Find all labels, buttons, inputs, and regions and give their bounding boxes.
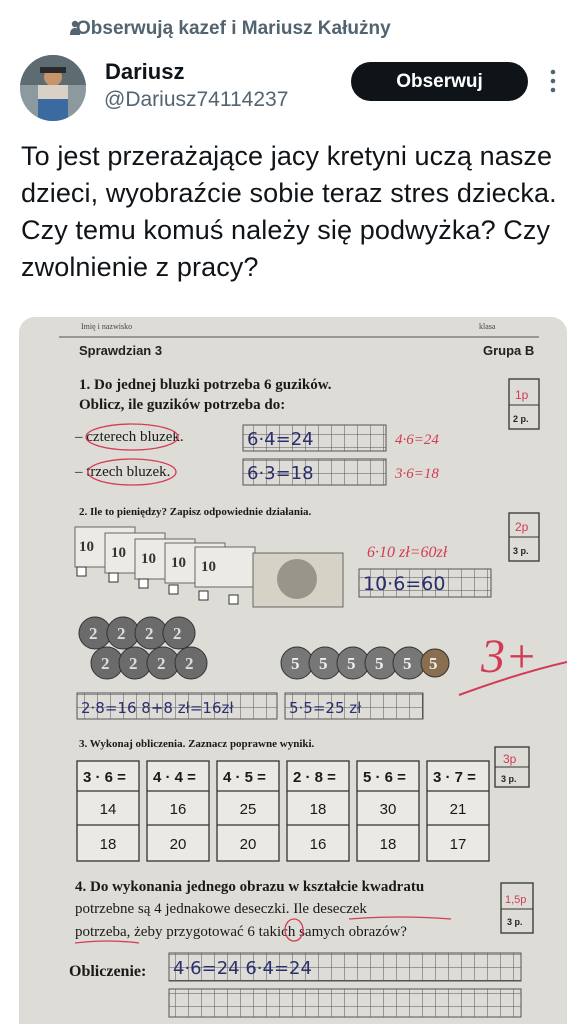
task3-option-b[interactable]: 17 — [450, 836, 467, 853]
grade-mark: 3+ — [480, 630, 537, 683]
task4-answer: 4·6=24 6·4=24 — [173, 958, 312, 979]
task1-points: 2 p. — [513, 414, 529, 424]
social-context[interactable]: Obserwują kazef i Mariusz Kałużny — [70, 18, 391, 40]
svg-text:2: 2 — [129, 654, 138, 673]
task2-correction: 6·10 zł=60zł — [367, 544, 448, 561]
task3-title: 3. Wykonaj obliczenia. Zaznacz poprawne … — [79, 738, 315, 750]
task2-answer2: 2·8=16 8+8 zł=16zł — [81, 699, 234, 717]
svg-text:2: 2 — [101, 654, 110, 673]
svg-text:2: 2 — [145, 624, 154, 643]
task3-option-a[interactable]: 18 — [310, 801, 327, 818]
task3-option-b[interactable]: 18 — [100, 836, 117, 853]
task4-line1: 4. Do wykonania jednego obrazu w kształc… — [75, 879, 424, 895]
author-handle[interactable]: @Dariusz74114237 — [104, 88, 288, 112]
task3-column: 3 · 7 = 21 17 — [426, 760, 490, 862]
svg-text:2: 2 — [89, 624, 98, 643]
task3-operation: 2 · 8 = — [293, 769, 336, 786]
task3-column: 4 · 4 = 16 20 — [146, 760, 210, 862]
svg-text:2: 2 — [157, 654, 166, 673]
svg-text:5: 5 — [319, 654, 328, 673]
task3-operation: 5 · 6 = — [363, 769, 406, 786]
svg-text:5: 5 — [291, 654, 300, 673]
svg-text:5: 5 — [403, 654, 412, 673]
task1-a-correction: 4·6=24 — [395, 432, 439, 448]
social-context-text: Obserwują kazef i Mariusz Kałużny — [76, 18, 391, 39]
svg-text:5: 5 — [429, 654, 438, 673]
task1-line2: Oblicz, ile guzików potrzeba do: — [79, 397, 285, 413]
svg-text:5: 5 — [347, 654, 356, 673]
svg-text:10: 10 — [79, 539, 94, 555]
task3-option-a[interactable]: 21 — [450, 801, 467, 818]
task3-option-a[interactable]: 14 — [100, 801, 117, 818]
task3-option-a[interactable]: 30 — [380, 801, 397, 818]
svg-text:2: 2 — [185, 654, 194, 673]
task1-b-correction: 3·6=18 — [394, 466, 439, 482]
task2-title: 2. Ile to pieniędzy? Zapisz odpowiednie … — [79, 506, 311, 518]
task3-column: 4 · 5 = 25 20 — [216, 760, 280, 862]
class-label: klasa — [479, 322, 496, 331]
avatar[interactable] — [20, 55, 86, 121]
task4-points: 3 p. — [507, 917, 523, 927]
task3-points: 3 p. — [501, 774, 517, 784]
worksheet-photo[interactable]: Imię i nazwisko klasa Sprawdzian 3 Grupa… — [19, 317, 567, 1024]
worksheet-title: Sprawdzian 3 — [79, 343, 162, 358]
task3-column: 2 · 8 = 18 16 — [286, 760, 350, 862]
person-icon — [70, 20, 80, 35]
task3-option-b[interactable]: 20 — [240, 836, 257, 853]
task2-points-written: 2p — [515, 520, 529, 534]
svg-text:2: 2 — [117, 624, 126, 643]
task4-points-written: 1,5p — [505, 894, 526, 906]
svg-text:5: 5 — [375, 654, 384, 673]
task3-points-written: 3p — [503, 752, 517, 766]
task3-operation: 4 · 5 = — [223, 769, 266, 786]
svg-text:10: 10 — [171, 555, 186, 571]
task3-operation: 3 · 6 = — [83, 769, 126, 786]
task1-a-answer: 6·4=24 — [247, 429, 314, 450]
task3-column: 3 · 6 = 14 18 — [76, 760, 140, 862]
follow-button[interactable]: Obserwuj — [351, 62, 528, 101]
tweet-text: To jest przerażające jacy kretyni uczą n… — [21, 141, 557, 282]
task1-line1: 1. Do jednej bluzki potrzeba 6 guzików. — [79, 377, 332, 393]
svg-text:10: 10 — [141, 551, 156, 567]
task3-option-b[interactable]: 18 — [380, 836, 397, 853]
task3-column: 5 · 6 = 30 18 — [356, 760, 420, 862]
calc-label: Obliczenie: — [69, 963, 146, 980]
task2-points: 3 p. — [513, 546, 529, 556]
task1-points-written: 1p — [515, 388, 529, 402]
task4-line3: potrzeba, żeby przygotować 6 takich samy… — [75, 924, 407, 940]
author-name[interactable]: Dariusz — [105, 59, 184, 85]
task3-option-b[interactable]: 20 — [170, 836, 187, 853]
name-label: Imię i nazwisko — [81, 322, 132, 331]
task3-option-a[interactable]: 25 — [240, 801, 257, 818]
task3-option-b[interactable]: 16 — [310, 836, 327, 853]
svg-text:10: 10 — [201, 559, 216, 575]
task1-b-answer: 6·3=18 — [247, 463, 314, 484]
task3-operation: 3 · 7 = — [433, 769, 476, 786]
task2-answer3: 5·5=25 zł — [289, 699, 362, 717]
svg-text:2: 2 — [173, 624, 182, 643]
group-label: Grupa B — [483, 343, 534, 358]
task2-answer1: 10·6=60 — [363, 573, 445, 595]
task3-option-a[interactable]: 16 — [170, 801, 187, 818]
task4-line2: potrzebne są 4 jednakowe deseczki. Ile d… — [75, 901, 367, 917]
svg-text:10: 10 — [111, 545, 126, 561]
task3-operation: 4 · 4 = — [153, 769, 196, 786]
more-vertical-icon[interactable] — [547, 68, 559, 94]
